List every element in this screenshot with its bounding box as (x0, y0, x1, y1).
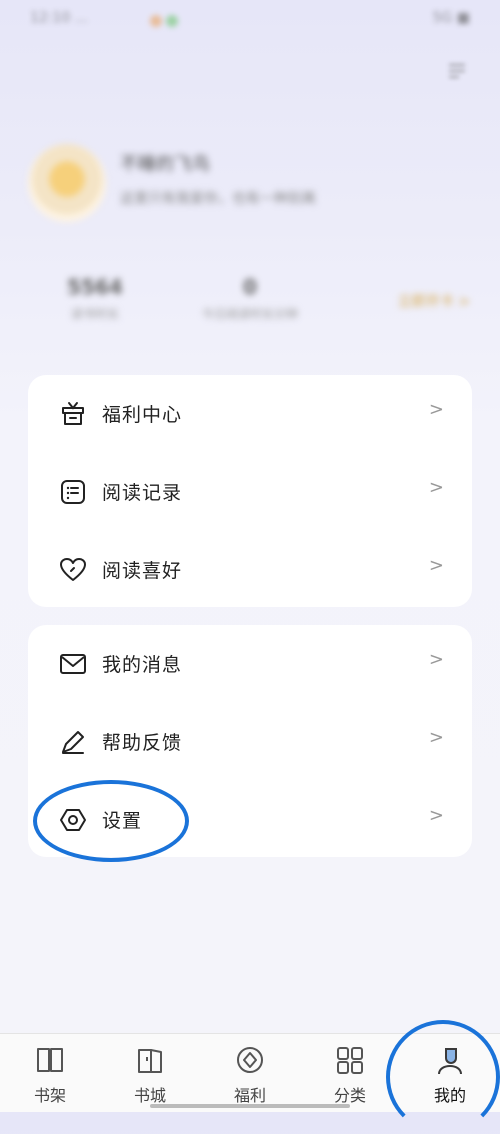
highlight-circle-settings (33, 780, 189, 862)
bookshelf-icon (37, 1048, 63, 1072)
menu-item-reading-preference[interactable]: 阅读喜好 > (28, 531, 472, 609)
chevron-right-icon: > (428, 477, 444, 498)
stat-value: 5564 (67, 275, 123, 299)
category-icon (337, 1047, 363, 1074)
tab-category[interactable]: 分类 (300, 1034, 400, 1112)
menu-item-label: 我的消息 (102, 654, 183, 676)
reading-record-icon (61, 480, 85, 504)
profile-header[interactable]: 不睡的飞鸟 这里只有我爱你，也有一种别离 (28, 140, 478, 230)
menu-item-help-feedback[interactable]: 帮助反馈 > (28, 703, 472, 781)
list-icon[interactable] (446, 60, 468, 82)
tab-label: 福利 (233, 1086, 266, 1105)
highlight-circle-profile-tab (386, 1020, 500, 1134)
chevron-right-icon: > (428, 399, 444, 420)
bookstore-icon (138, 1049, 162, 1073)
stat-value: 0 (243, 275, 257, 299)
stat-reading-time[interactable]: 5564 读书时长 (50, 275, 140, 322)
gift-icon (62, 402, 84, 425)
status-right: 5G ■ (432, 10, 470, 26)
heart-icon (60, 558, 86, 581)
menu-item-label: 帮助反馈 (102, 732, 183, 754)
menu-item-label: 阅读记录 (102, 482, 183, 504)
menu-item-label: 阅读喜好 (102, 560, 183, 582)
menu-item-label: 福利中心 (102, 404, 183, 426)
pencil-icon (62, 731, 84, 754)
tab-label: 书架 (33, 1086, 66, 1105)
status-indicators (150, 12, 190, 27)
chevron-right-icon: > (428, 649, 444, 670)
vip-link[interactable]: 立即开卡 > (398, 291, 470, 311)
chevron-right-icon: > (428, 727, 444, 748)
status-bar: 12:10 ... 5G ■ (0, 0, 500, 40)
welfare-icon (237, 1047, 263, 1073)
home-indicator (150, 1104, 350, 1108)
tab-welfare[interactable]: 福利 (200, 1034, 300, 1112)
menu-item-reading-record[interactable]: 阅读记录 > (28, 453, 472, 531)
tab-label: 分类 (333, 1086, 366, 1105)
avatar[interactable] (28, 144, 106, 222)
tab-bookstore[interactable]: 书城 (100, 1034, 200, 1112)
stat-today-time[interactable]: 0 今日阅读时长分钟 (180, 275, 320, 322)
stats-row: 5564 读书时长 0 今日阅读时长分钟 立即开卡 > (50, 275, 470, 335)
tab-bookshelf[interactable]: 书架 (0, 1034, 100, 1112)
mail-icon (60, 654, 86, 674)
menu-card-1: 福利中心 > 阅读记录 > 阅读喜好 > (28, 375, 472, 607)
stat-label: 今日阅读时长分钟 (201, 307, 298, 321)
menu-item-welfare-center[interactable]: 福利中心 > (28, 375, 472, 453)
stat-label: 读书时长 (70, 307, 119, 321)
profile-subtitle: 这里只有我爱你，也有一种别离 (120, 191, 316, 207)
menu-item-my-messages[interactable]: 我的消息 > (28, 625, 472, 703)
chevron-right-icon: > (428, 805, 444, 826)
tab-label: 书城 (133, 1086, 166, 1105)
status-time: 12:10 ... (30, 10, 89, 26)
chevron-right-icon: > (428, 555, 444, 576)
profile-name: 不睡的飞鸟 (120, 154, 210, 175)
